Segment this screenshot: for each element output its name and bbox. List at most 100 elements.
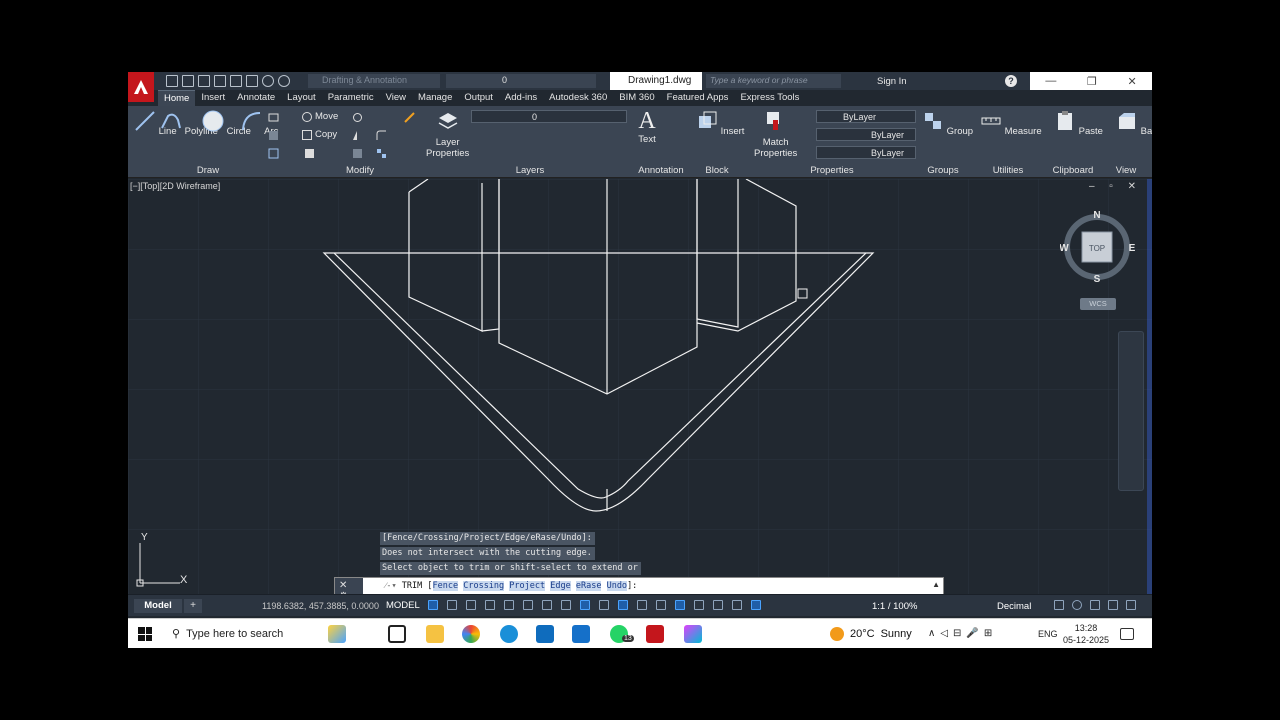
save-icon[interactable]: [198, 75, 210, 87]
command-keyword-project[interactable]: Project: [509, 581, 546, 591]
modify-panel-title[interactable]: Modify: [296, 165, 424, 177]
widgets-icon[interactable]: [328, 625, 346, 643]
dynamic-ucs-icon[interactable]: [675, 600, 685, 610]
units-dropdown[interactable]: Decimal: [997, 601, 1031, 612]
help-icon[interactable]: ?: [1005, 75, 1017, 87]
clock[interactable]: 13:28 05-12-2025: [1063, 622, 1109, 646]
infer-icon[interactable]: [466, 600, 476, 610]
tab-home[interactable]: Home: [158, 90, 196, 106]
command-keyword-crossing[interactable]: Crossing: [463, 581, 505, 591]
grid-toggle-icon[interactable]: [428, 600, 438, 610]
utilities-panel-title[interactable]: Utilities: [972, 165, 1044, 177]
copy-button[interactable]: Copy: [302, 129, 337, 140]
annotation-panel-title[interactable]: Annotation: [628, 165, 694, 177]
command-prompt[interactable]: ⁄-▾ TRIM [Fence Crossing Project Edge eR…: [385, 580, 637, 591]
viewport-controls-label[interactable]: [−][Top][2D Wireframe]: [130, 181, 220, 191]
quick-properties-icon[interactable]: [1054, 600, 1064, 610]
redo-icon[interactable]: [278, 75, 290, 87]
system-tray-icons[interactable]: ∧◁⊟🎤⊞: [928, 628, 997, 639]
paste-button[interactable]: Paste: [1054, 110, 1103, 137]
customization-menu-icon[interactable]: [1126, 600, 1136, 610]
insert-button[interactable]: Insert: [696, 110, 744, 137]
tab-add-ins[interactable]: Add-ins: [499, 90, 543, 106]
tab-output[interactable]: Output: [458, 90, 499, 106]
file-explorer-icon[interactable]: [426, 625, 444, 643]
draw-panel-title[interactable]: Draw: [128, 165, 288, 177]
layer-properties-button[interactable]: Layer Properties: [426, 110, 469, 159]
tab-featured-apps[interactable]: Featured Apps: [661, 90, 735, 106]
object-snap-icon[interactable]: [580, 600, 590, 610]
windows-start-icon[interactable]: [138, 627, 152, 641]
command-keyword-edge[interactable]: Edge: [550, 581, 571, 591]
transparency-icon[interactable]: [618, 600, 628, 610]
groups-panel-title[interactable]: Groups: [918, 165, 968, 177]
tab-view[interactable]: View: [380, 90, 412, 106]
add-layout-tab[interactable]: +: [184, 599, 202, 613]
tab-annotate[interactable]: Annotate: [231, 90, 281, 106]
3d-osnap-icon[interactable]: [656, 600, 666, 610]
compass-east[interactable]: E: [1129, 243, 1135, 254]
selection-cycling-icon[interactable]: [637, 600, 647, 610]
compass-west[interactable]: W: [1060, 243, 1069, 254]
linetype-dropdown[interactable]: ByLayer: [816, 128, 916, 141]
dynamic-input-icon[interactable]: [485, 600, 495, 610]
tab-parametric[interactable]: Parametric: [322, 90, 380, 106]
command-line[interactable]: ✕ ⚙ ⁄-▾ TRIM [Fence Crossing Project Edg…: [334, 577, 944, 602]
stretch-icon[interactable]: [304, 148, 315, 159]
tab-express-tools[interactable]: Express Tools: [734, 90, 805, 106]
scale-icon[interactable]: [352, 148, 363, 159]
lineweight-dropdown[interactable]: ByLayer: [816, 146, 916, 159]
minimize-icon[interactable]: —: [1045, 75, 1056, 87]
layers-panel-title[interactable]: Layers: [426, 165, 634, 177]
photos-icon[interactable]: [684, 625, 702, 643]
properties-panel-title[interactable]: Properties: [748, 165, 916, 177]
tab-bim-360[interactable]: BIM 360: [613, 90, 660, 106]
document-tab[interactable]: Drawing1.dwg: [610, 72, 702, 90]
annotation-visibility-icon[interactable]: [732, 600, 742, 610]
qat-layer-dropdown[interactable]: 0: [446, 74, 596, 88]
compass-north[interactable]: N: [1093, 210, 1100, 221]
isolate-objects-icon[interactable]: [1072, 600, 1082, 610]
ortho-icon[interactable]: [504, 600, 514, 610]
base-button[interactable]: Base: [1116, 110, 1152, 137]
notification-icon[interactable]: [1120, 628, 1134, 640]
undo-icon[interactable]: [262, 75, 274, 87]
selection-filter-icon[interactable]: [694, 600, 704, 610]
language-indicator[interactable]: ENG: [1038, 629, 1058, 639]
close-icon[interactable]: ✕: [1127, 75, 1136, 88]
model-space-button[interactable]: MODEL: [386, 600, 420, 611]
hatch-icon[interactable]: [268, 130, 279, 141]
lineweight-icon[interactable]: [599, 600, 609, 610]
gizmo-icon[interactable]: [713, 600, 723, 610]
navigation-bar[interactable]: [1118, 331, 1144, 491]
new-icon[interactable]: [166, 75, 178, 87]
save-as-icon[interactable]: [214, 75, 226, 87]
move-button[interactable]: Move: [302, 111, 338, 122]
rectangle-icon[interactable]: [268, 112, 279, 123]
drawing-canvas[interactable]: Y X: [128, 179, 1152, 594]
weather-widget[interactable]: 20°C Sunny: [830, 627, 912, 641]
view-panel-title[interactable]: View: [1104, 165, 1148, 177]
object-snap-tracking-icon[interactable]: [561, 600, 571, 610]
command-keyword-erase[interactable]: eRase: [575, 581, 602, 591]
polar-icon[interactable]: [523, 600, 533, 610]
auto-scale-icon[interactable]: [751, 600, 761, 610]
workspace-dropdown[interactable]: Drafting & Annotation: [308, 74, 440, 88]
measure-button[interactable]: Measure: [980, 110, 1042, 137]
model-tab[interactable]: Model: [134, 599, 182, 613]
command-history-arrow-icon[interactable]: ▲: [932, 580, 940, 589]
wcs-menu[interactable]: WCS: [1080, 298, 1116, 310]
hardware-acceleration-icon[interactable]: [1090, 600, 1100, 610]
sign-in-button[interactable]: Sign In: [863, 74, 953, 88]
task-view-icon[interactable]: [388, 625, 406, 643]
edge-icon[interactable]: [500, 625, 518, 643]
rotate-icon[interactable]: [352, 112, 363, 123]
tab-autodesk-360[interactable]: Autodesk 360: [543, 90, 613, 106]
erase-icon[interactable]: [404, 112, 415, 123]
mirror-icon[interactable]: [352, 130, 363, 141]
tab-manage[interactable]: Manage: [412, 90, 458, 106]
outlook-icon[interactable]: [536, 625, 554, 643]
drawing-viewport[interactable]: Y X [−][Top][2D Wireframe] – ▫ ✕ TOP N S…: [128, 179, 1152, 594]
open-icon[interactable]: [182, 75, 194, 87]
autocad-logo-icon[interactable]: [128, 72, 154, 102]
